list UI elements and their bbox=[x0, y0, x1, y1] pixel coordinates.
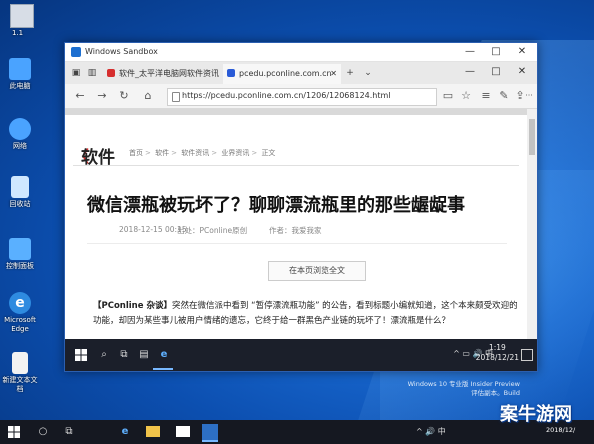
tab-list-chevron-icon[interactable]: ⌄ bbox=[363, 68, 373, 78]
edge-taskbar-icon[interactable]: e bbox=[118, 425, 132, 439]
clock-time: 1:19 bbox=[488, 343, 506, 352]
windows-start-icon[interactable] bbox=[75, 349, 87, 361]
site-top-strip bbox=[65, 109, 527, 115]
desktop-icon-network[interactable]: 网络 bbox=[0, 118, 40, 151]
desktop-top-icon-label: 1.1 bbox=[12, 29, 24, 37]
set-aside-tabs-icon[interactable]: ▣ bbox=[71, 68, 81, 78]
search-icon[interactable]: ⌕ bbox=[97, 348, 111, 362]
lock-icon bbox=[172, 92, 180, 102]
favorite-star-button[interactable]: ☆ bbox=[459, 89, 473, 103]
desktop-icon-text-doc[interactable]: 新建文本文档 bbox=[0, 352, 40, 394]
desktop-icon-edge[interactable]: e Microsoft Edge bbox=[0, 292, 40, 334]
new-tab-button[interactable]: + bbox=[345, 68, 355, 78]
control-panel-icon bbox=[9, 238, 31, 260]
edge-active-indicator bbox=[153, 368, 173, 370]
desktop: 1.1 此电脑 网络 回收站 控制面板 e Microsoft Edge 新建文… bbox=[0, 0, 594, 420]
breadcrumb-article: 正文 bbox=[261, 149, 276, 157]
scrollbar-thumb[interactable] bbox=[529, 119, 535, 155]
tab-pconline-software[interactable]: 软件_太平洋电脑网软件资讯 bbox=[103, 64, 221, 84]
windows-start-icon[interactable] bbox=[8, 426, 20, 438]
tab-label: 软件_太平洋电脑网软件资讯 bbox=[119, 69, 219, 78]
refresh-button[interactable]: ↻ bbox=[117, 89, 131, 103]
text-document-icon bbox=[12, 352, 28, 374]
sandbox-minimize-button[interactable]: — bbox=[459, 45, 481, 59]
file-explorer-icon[interactable]: ▤ bbox=[137, 348, 151, 362]
edge-icon: e bbox=[9, 292, 31, 314]
folder-taskbar-icon[interactable] bbox=[146, 426, 160, 437]
article-author[interactable]: 作者：我爱我家 bbox=[269, 225, 322, 236]
article-source[interactable]: 出处：PConline原创 bbox=[177, 225, 247, 236]
meta-divider bbox=[87, 243, 507, 244]
sandbox-taskbar: ⌕ ⧉ ▤ e ^ ▭ 🔊 中 1:19 2018/12/21 bbox=[65, 339, 537, 371]
tab-pcedu[interactable]: pcedu.pconline.com.cn ✕ bbox=[223, 64, 341, 84]
sandbox-title-bar[interactable]: Windows Sandbox — □ ✕ bbox=[65, 43, 537, 62]
web-page: 〈 软件 首页 > 软件 > 软件资讯 > 业界资讯 > 正文 微信漂瓶被玩坏了？聊聊漂… bbox=[65, 109, 527, 339]
breadcrumb-software[interactable]: 软件 bbox=[155, 149, 169, 157]
header-divider bbox=[73, 165, 519, 166]
desktop-icon-label: 此电脑 bbox=[9, 82, 31, 90]
address-bar[interactable]: https://pcedu.pconline.com.cn/1206/12068… bbox=[167, 88, 437, 106]
edge-taskbar-icon[interactable]: e bbox=[157, 348, 171, 362]
desktop-icon-label: 控制面板 bbox=[6, 262, 34, 270]
desktop-icon-label: 网络 bbox=[13, 142, 27, 150]
forward-button[interactable]: → bbox=[95, 89, 109, 103]
network-icon bbox=[9, 118, 31, 140]
back-button[interactable]: ← bbox=[73, 89, 87, 103]
action-center-icon[interactable] bbox=[521, 349, 533, 361]
article-headline: 微信漂瓶被玩坏了？聊聊漂流瓶里的那些龌龊事 bbox=[87, 195, 465, 216]
sandbox-close-button[interactable]: ✕ bbox=[511, 45, 533, 59]
task-view-icon[interactable]: ⧉ bbox=[62, 425, 76, 439]
pconline-favicon bbox=[107, 69, 115, 77]
desktop-icon-label: 新建文本文档 bbox=[2, 376, 38, 393]
store-taskbar-icon[interactable] bbox=[176, 426, 190, 437]
search-icon[interactable]: ○ bbox=[36, 425, 50, 439]
task-view-icon[interactable]: ⧉ bbox=[117, 348, 131, 362]
tab-preview-icon[interactable]: ▥ bbox=[87, 68, 97, 78]
tab-close-icon[interactable]: ✕ bbox=[330, 64, 337, 84]
windows-sandbox-window: Windows Sandbox — □ ✕ ▣ ▥ 软件_太平洋电脑网软件资讯 … bbox=[64, 42, 538, 372]
watermark-line-1: Windows 10 专业版 Insider Preview bbox=[407, 380, 520, 388]
desktop-icon-this-pc[interactable]: 此电脑 bbox=[0, 58, 40, 91]
desktop-icon-control-panel[interactable]: 控制面板 bbox=[0, 238, 40, 271]
more-menu-button[interactable]: ··· bbox=[523, 89, 535, 103]
home-button[interactable]: ⌂ bbox=[141, 89, 155, 103]
address-url: https://pcedu.pconline.com.cn/1206/12068… bbox=[182, 91, 391, 100]
edge-address-row: ← → ↻ ⌂ https://pcedu.pconline.com.cn/12… bbox=[65, 84, 537, 109]
site-watermark-logo: 案牛游网 2018/12/ bbox=[490, 392, 594, 444]
taskbar-clock[interactable]: 1:19 2018/12/21 bbox=[476, 343, 519, 363]
sandbox-taskbar-icon[interactable] bbox=[202, 424, 218, 442]
sandbox-title: Windows Sandbox bbox=[85, 47, 158, 56]
edge-tab-strip: ▣ ▥ 软件_太平洋电脑网软件资讯 pcedu.pconline.com.cn … bbox=[65, 62, 537, 85]
pcedu-favicon bbox=[227, 69, 235, 77]
article-paragraph: 【PConline 杂谈】突然在微信派中看到 “暂停漂流瓶功能” 的公告，看到标… bbox=[93, 299, 523, 329]
tab-label: pcedu.pconline.com.cn bbox=[239, 69, 332, 78]
watermark-logo-text: 案牛游网 bbox=[500, 404, 572, 425]
desktop-top-icon[interactable] bbox=[10, 4, 34, 28]
sandbox-app-icon bbox=[71, 47, 81, 57]
watermark-logo-sub: 2018/12/ bbox=[546, 426, 576, 434]
desktop-icon-recycle-bin[interactable]: 回收站 bbox=[0, 176, 40, 209]
reading-view-button[interactable]: ▭ bbox=[441, 89, 455, 103]
edge-maximize-button[interactable]: □ bbox=[485, 65, 507, 79]
desktop-icon-label: 回收站 bbox=[9, 200, 31, 208]
breadcrumb-home[interactable]: 首页 bbox=[129, 149, 143, 157]
sandbox-maximize-button[interactable]: □ bbox=[485, 45, 507, 59]
article-lead-tag: 【PConline 杂谈】 bbox=[93, 301, 172, 311]
breadcrumb-industry-news[interactable]: 业界资讯 bbox=[221, 149, 249, 157]
breadcrumb-software-news[interactable]: 软件资讯 bbox=[181, 149, 209, 157]
host-system-tray[interactable]: ^ 🔊 中 bbox=[416, 426, 446, 437]
favorites-hub-button[interactable]: ≡ bbox=[479, 89, 493, 103]
recycle-bin-icon bbox=[11, 176, 29, 198]
edge-close-button[interactable]: ✕ bbox=[511, 65, 533, 79]
desktop-icon-label: Microsoft Edge bbox=[4, 316, 36, 333]
edge-minimize-button[interactable]: — bbox=[459, 65, 481, 79]
clock-date: 2018/12/21 bbox=[475, 353, 519, 362]
web-note-button[interactable]: ✎ bbox=[497, 89, 511, 103]
page-scrollbar[interactable] bbox=[527, 109, 537, 339]
view-full-article-button[interactable]: 在本页浏览全文 bbox=[268, 261, 366, 281]
computer-icon bbox=[9, 58, 31, 80]
breadcrumb: 首页 > 软件 > 软件资讯 > 业界资讯 > 正文 bbox=[129, 149, 276, 157]
